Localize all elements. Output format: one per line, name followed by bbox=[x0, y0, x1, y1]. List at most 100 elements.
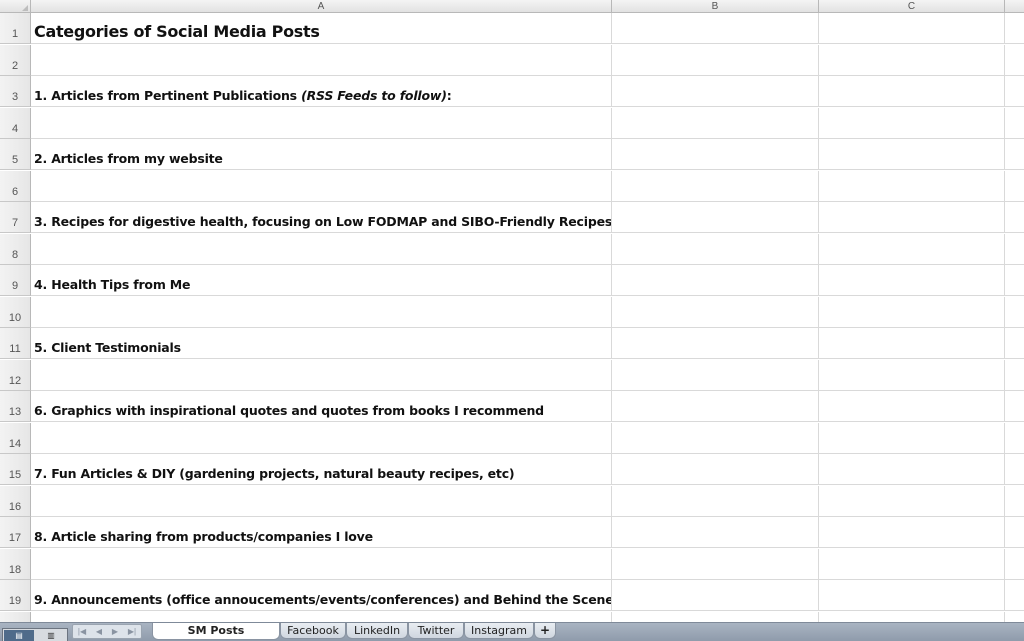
cell-d11[interactable] bbox=[1005, 328, 1024, 359]
row-header[interactable]: 2 bbox=[0, 45, 31, 76]
cell-c2[interactable] bbox=[819, 45, 1005, 76]
cell-b14[interactable] bbox=[612, 423, 819, 454]
cell-d17[interactable] bbox=[1005, 517, 1024, 548]
cell-a20[interactable] bbox=[31, 612, 612, 622]
cell-c7[interactable] bbox=[819, 202, 1005, 233]
cell-d2[interactable] bbox=[1005, 45, 1024, 76]
row-header[interactable]: 16 bbox=[0, 486, 31, 517]
column-header-c[interactable]: C bbox=[819, 0, 1005, 13]
cell-a8[interactable] bbox=[31, 234, 612, 265]
row-header[interactable]: 12 bbox=[0, 360, 31, 391]
cell-c3[interactable] bbox=[819, 76, 1005, 107]
row-header[interactable]: 15 bbox=[0, 454, 31, 485]
add-sheet-button[interactable]: + bbox=[534, 623, 556, 639]
cell-c13[interactable] bbox=[819, 391, 1005, 422]
prev-sheet-icon[interactable]: ◀ bbox=[96, 627, 102, 636]
tab-facebook[interactable]: Facebook bbox=[280, 623, 346, 639]
cell-a3[interactable]: 1. Articles from Pertinent Publications … bbox=[31, 76, 612, 107]
cell-a6[interactable] bbox=[31, 171, 612, 202]
select-all-corner[interactable] bbox=[0, 0, 31, 13]
next-sheet-icon[interactable]: ▶ bbox=[112, 627, 118, 636]
cell-b7[interactable] bbox=[612, 202, 819, 233]
cell-a1[interactable]: Categories of Social Media Posts bbox=[31, 13, 612, 44]
row-header[interactable]: 8 bbox=[0, 234, 31, 265]
cell-a2[interactable] bbox=[31, 45, 612, 76]
row-header[interactable]: 11 bbox=[0, 328, 31, 359]
cell-a4[interactable] bbox=[31, 108, 612, 139]
cell-b20[interactable] bbox=[612, 612, 819, 622]
cell-c16[interactable] bbox=[819, 486, 1005, 517]
cell-d3[interactable] bbox=[1005, 76, 1024, 107]
row-header[interactable]: 1 bbox=[0, 13, 31, 44]
cell-d6[interactable] bbox=[1005, 171, 1024, 202]
cell-a14[interactable] bbox=[31, 423, 612, 454]
cell-b11[interactable] bbox=[612, 328, 819, 359]
cell-a9[interactable]: 4. Health Tips from Me bbox=[31, 265, 612, 296]
cell-b17[interactable] bbox=[612, 517, 819, 548]
cell-a10[interactable] bbox=[31, 297, 612, 328]
cell-c10[interactable] bbox=[819, 297, 1005, 328]
cell-c19[interactable] bbox=[819, 580, 1005, 611]
cell-a11[interactable]: 5. Client Testimonials bbox=[31, 328, 612, 359]
row-header[interactable]: 9 bbox=[0, 265, 31, 296]
cell-d9[interactable] bbox=[1005, 265, 1024, 296]
cell-c6[interactable] bbox=[819, 171, 1005, 202]
row-header[interactable]: 10 bbox=[0, 297, 31, 328]
cell-d8[interactable] bbox=[1005, 234, 1024, 265]
cell-d13[interactable] bbox=[1005, 391, 1024, 422]
cell-b13[interactable] bbox=[612, 391, 819, 422]
row-header[interactable]: 6 bbox=[0, 171, 31, 202]
cell-d5[interactable] bbox=[1005, 139, 1024, 170]
cell-b15[interactable] bbox=[612, 454, 819, 485]
cell-c8[interactable] bbox=[819, 234, 1005, 265]
cell-c5[interactable] bbox=[819, 139, 1005, 170]
cell-c18[interactable] bbox=[819, 549, 1005, 580]
cell-c12[interactable] bbox=[819, 360, 1005, 391]
cell-b4[interactable] bbox=[612, 108, 819, 139]
cell-d18[interactable] bbox=[1005, 549, 1024, 580]
cell-b16[interactable] bbox=[612, 486, 819, 517]
row-header[interactable]: 17 bbox=[0, 517, 31, 548]
row-header[interactable]: 13 bbox=[0, 391, 31, 422]
cell-d1[interactable] bbox=[1005, 13, 1024, 44]
cell-d20[interactable] bbox=[1005, 612, 1024, 622]
column-header-b[interactable]: B bbox=[612, 0, 819, 13]
cell-b1[interactable] bbox=[612, 13, 819, 44]
cell-b12[interactable] bbox=[612, 360, 819, 391]
cell-b18[interactable] bbox=[612, 549, 819, 580]
cell-b9[interactable] bbox=[612, 265, 819, 296]
tab-instagram[interactable]: Instagram bbox=[464, 623, 534, 639]
cell-a18[interactable] bbox=[31, 549, 612, 580]
normal-view-icon[interactable]: ▤ bbox=[4, 630, 34, 641]
column-header-d[interactable] bbox=[1005, 0, 1024, 13]
cell-c17[interactable] bbox=[819, 517, 1005, 548]
cell-a17[interactable]: 8. Article sharing from products/compani… bbox=[31, 517, 612, 548]
row-header[interactable]: 3 bbox=[0, 76, 31, 107]
cell-a13[interactable]: 6. Graphics with inspirational quotes an… bbox=[31, 391, 612, 422]
row-header[interactable]: 14 bbox=[0, 423, 31, 454]
cell-c11[interactable] bbox=[819, 328, 1005, 359]
cell-b6[interactable] bbox=[612, 171, 819, 202]
last-sheet-icon[interactable]: ▶| bbox=[128, 627, 136, 636]
row-header[interactable]: 5 bbox=[0, 139, 31, 170]
cell-d10[interactable] bbox=[1005, 297, 1024, 328]
cell-a7[interactable]: 3. Recipes for digestive health, focusin… bbox=[31, 202, 612, 233]
row-header[interactable] bbox=[0, 612, 31, 622]
tab-linkedin[interactable]: LinkedIn bbox=[346, 623, 408, 639]
cell-c20[interactable] bbox=[819, 612, 1005, 622]
row-header[interactable]: 4 bbox=[0, 108, 31, 139]
row-header[interactable]: 18 bbox=[0, 549, 31, 580]
page-layout-view-icon[interactable]: ▥ bbox=[36, 630, 66, 641]
cell-b10[interactable] bbox=[612, 297, 819, 328]
cell-d12[interactable] bbox=[1005, 360, 1024, 391]
cell-d14[interactable] bbox=[1005, 423, 1024, 454]
cell-d4[interactable] bbox=[1005, 108, 1024, 139]
cell-d15[interactable] bbox=[1005, 454, 1024, 485]
cell-b5[interactable] bbox=[612, 139, 819, 170]
cell-d19[interactable] bbox=[1005, 580, 1024, 611]
cell-a12[interactable] bbox=[31, 360, 612, 391]
tab-sm-posts-categories[interactable]: SM Posts Categories bbox=[152, 623, 280, 641]
cell-c14[interactable] bbox=[819, 423, 1005, 454]
tab-twitter[interactable]: Twitter bbox=[408, 623, 464, 639]
cell-a19[interactable]: 9. Announcements (office annoucements/ev… bbox=[31, 580, 612, 611]
